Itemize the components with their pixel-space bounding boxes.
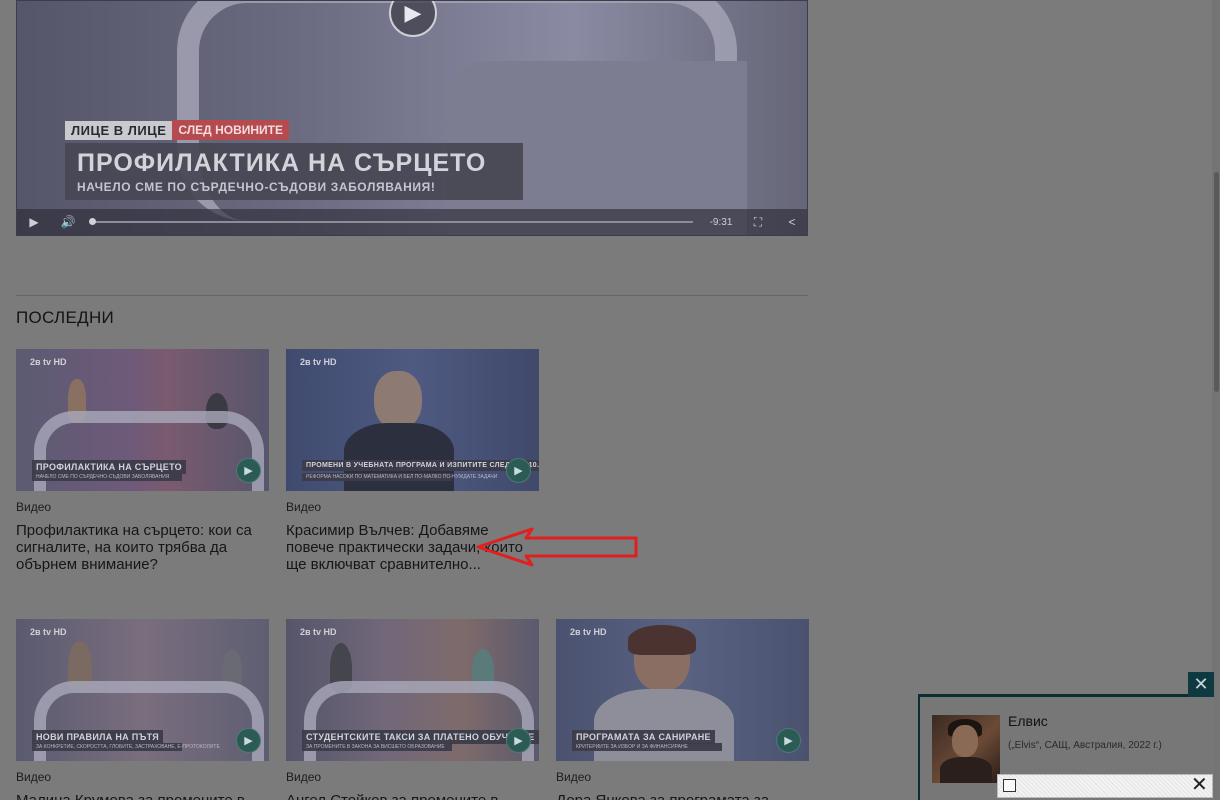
show-tag: ЛИЦЕ В ЛИЦЕ СЛЕД НОВИНИТЕ [65, 119, 523, 141]
thumbnail-subcaption: КРИТЕРИИТЕ ЗА ИЗБОР И ЗА ФИНАНСИРАНЕ [572, 743, 722, 751]
show-tag-secondary: СЛЕД НОВИНИТЕ [172, 120, 289, 140]
fullscreen-icon[interactable]: ⛶ [741, 215, 775, 230]
category-label: Видео [16, 500, 52, 514]
thumbnail-caption: ПРОМЕНИ В УЧЕБНАТА ПРОГРАМА И ИЗПИТИТЕ С… [302, 460, 539, 471]
movie-poster[interactable] [932, 715, 1000, 783]
category-label: Видео [286, 500, 322, 514]
article-headline[interactable]: Малина Крумова за промените в [16, 792, 269, 800]
article-headline[interactable]: Ангел Стойков за промените в [286, 792, 539, 800]
video-thumbnail[interactable]: 2ʙ tv HD НОВИ ПРАВИЛА НА ПЪТЯ ЗА КОНКРЕТ… [16, 619, 269, 761]
progress-knob[interactable] [89, 218, 96, 225]
channel-logo: 2ʙ tv HD [300, 357, 337, 367]
thumbnail-caption: ПРОГРАМАТА ЗА САНИРАНЕ [572, 730, 715, 744]
time-remaining: -9:31 [709, 216, 733, 228]
video-card[interactable]: 2ʙ tv HD ПРОГРАМАТА ЗА САНИРАНЕ КРИТЕРИИ… [556, 619, 809, 800]
play-icon[interactable]: ▶ [506, 458, 531, 483]
section-title: ПОСЛЕДНИ [16, 308, 115, 327]
video-card[interactable]: 2ʙ tv HD ПРОФИЛАКТИКА НА СЪРЦЕТО НАЧЕЛО … [16, 349, 269, 573]
play-icon[interactable]: ▶ [506, 728, 531, 753]
article-headline[interactable]: Дора Янкова за програмата за [556, 792, 809, 800]
video-caption-subtitle: НАЧЕЛО СМЕ ПО СЪРДЕЧНО-СЪДОВИ ЗАБОЛЯВАНИ… [65, 180, 523, 200]
mini-player-title[interactable]: Елвис [1008, 713, 1048, 729]
article-headline[interactable]: Профилактика на сърцето: кои са сигналит… [16, 522, 269, 573]
player-controls: ▶ 🔊 -9:31 ⛶ < [17, 209, 807, 235]
play-icon[interactable]: ▶ [236, 458, 261, 483]
video-card[interactable]: 2ʙ tv HD СТУДЕНТСКИТЕ ТАКСИ ЗА ПЛАТЕНО О… [286, 619, 539, 800]
play-icon[interactable]: ▶ [776, 728, 801, 753]
thumbnail-caption: НОВИ ПРАВИЛА НА ПЪТЯ [32, 730, 164, 744]
ad-bar [997, 774, 1213, 798]
video-player[interactable]: ▶ ЛИЦЕ В ЛИЦЕ СЛЕД НОВИНИТЕ ПРОФИЛАКТИКА… [16, 0, 808, 236]
progress-bar[interactable] [89, 218, 693, 225]
close-icon[interactable]: ✕ [1188, 672, 1214, 697]
guest-face [374, 371, 422, 429]
channel-logo: 2ʙ tv HD [30, 627, 67, 637]
thumbnail-subcaption: ЗА КОНКРЕТИЕ, СКОРОСТТА, ГЛОБИТЕ, ЗАСТРА… [32, 743, 220, 751]
video-thumbnail[interactable]: 2ʙ tv HD СТУДЕНТСКИТЕ ТАКСИ ЗА ПЛАТЕНО О… [286, 619, 539, 761]
video-thumbnail[interactable]: 2ʙ tv HD ПРОМЕНИ В УЧЕБНАТА ПРОГРАМА И И… [286, 349, 539, 491]
ad-close-icon[interactable]: ✕ [1191, 775, 1208, 795]
video-caption-title: ПРОФИЛАКТИКА НА СЪРЦЕТО [65, 143, 523, 180]
thumbnail-subcaption: РЕФОРМА НАСОКИ ПО МАТЕМАТИКА И БЕЛ ПО-МА… [302, 473, 497, 481]
video-thumbnail[interactable]: 2ʙ tv HD ПРОФИЛАКТИКА НА СЪРЦЕТО НАЧЕЛО … [16, 349, 269, 491]
section-divider [16, 295, 808, 296]
mini-player-subtitle: („Elvis“, САЩ, Австралия, 2022 г.) [1008, 740, 1162, 751]
video-thumbnail[interactable]: 2ʙ tv HD ПРОГРАМАТА ЗА САНИРАНЕ КРИТЕРИИ… [556, 619, 809, 761]
thumbnail-caption: СТУДЕНТСКИТЕ ТАКСИ ЗА ПЛАТЕНО ОБУЧЕНИЕ [302, 730, 539, 744]
play-icon[interactable]: ▶ [236, 728, 261, 753]
category-label: Видео [556, 770, 592, 784]
channel-logo: 2ʙ tv HD [30, 357, 67, 367]
share-icon[interactable]: < [775, 215, 807, 229]
show-tag-primary: ЛИЦЕ В ЛИЦЕ [65, 120, 173, 140]
thumbnail-subcaption: НАЧЕЛО СМЕ ПО СЪРДЕЧНО-СЪДОВИ ЗАБОЛЯВАНИ… [32, 473, 182, 481]
play-button-icon[interactable]: ▶ [17, 215, 51, 229]
category-label: Видео [16, 770, 52, 784]
scrollbar-thumb[interactable] [1214, 172, 1219, 392]
thumbnail-subcaption: ЗА ПРОМЕНИТЕ В ЗАКОНА ЗА ВИСШЕТО ОБРАЗОВ… [302, 743, 452, 751]
thumbnail-caption: ПРОФИЛАКТИКА НА СЪРЦЕТО [32, 460, 186, 474]
ad-checkbox[interactable] [1003, 779, 1016, 792]
annotation-arrow-icon [476, 527, 638, 567]
volume-icon[interactable]: 🔊 [51, 215, 85, 229]
channel-logo: 2ʙ tv HD [570, 627, 607, 637]
video-card[interactable]: 2ʙ tv HD НОВИ ПРАВИЛА НА ПЪТЯ ЗА КОНКРЕТ… [16, 619, 269, 800]
lower-third: ЛИЦЕ В ЛИЦЕ СЛЕД НОВИНИТЕ ПРОФИЛАКТИКА Н… [65, 119, 523, 200]
category-label: Видео [286, 770, 322, 784]
guest-hair [628, 625, 696, 655]
channel-logo: 2ʙ tv HD [300, 627, 337, 637]
